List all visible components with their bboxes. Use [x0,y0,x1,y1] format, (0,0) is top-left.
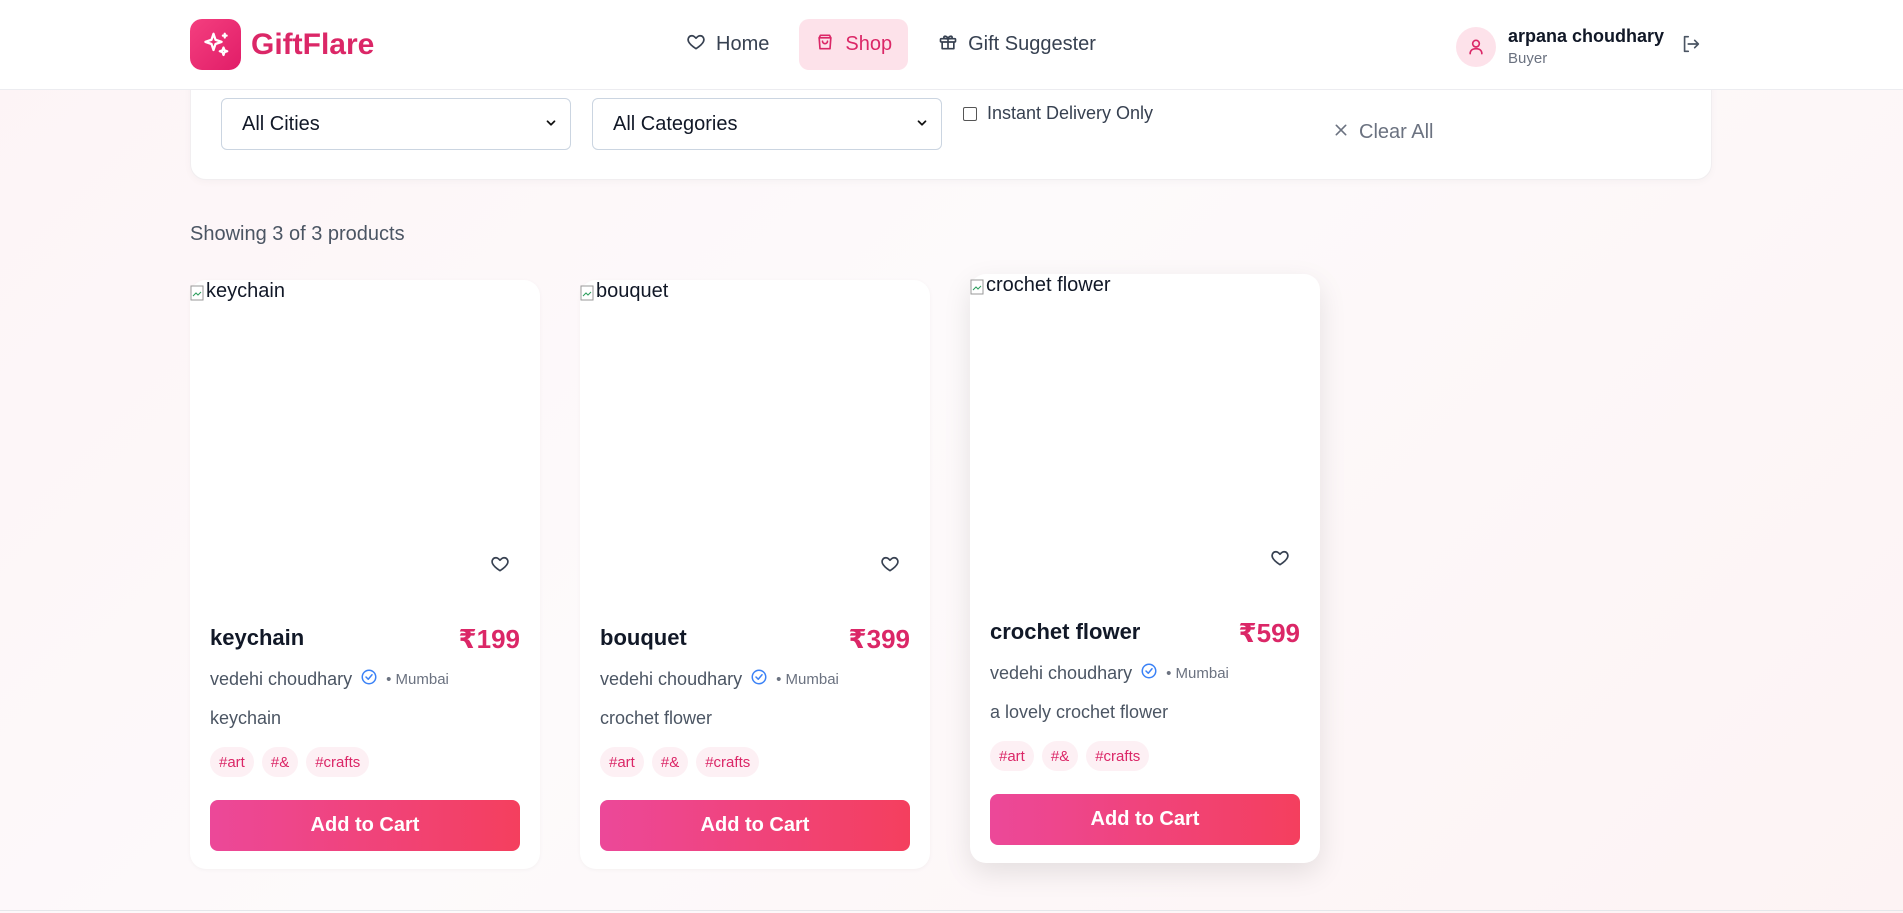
nav-gift-suggester-label: Gift Suggester [968,33,1096,55]
product-image-alt: bouquet [596,280,669,302]
seller-info: vedehi choudhary • Mumbai [210,668,449,691]
product-description: keychain [210,708,282,728]
product-name: bouquet [600,625,687,650]
tag-list: #art #& #crafts [210,747,370,777]
verified-check-icon [1140,662,1158,685]
seller-name: vedehi choudhary [600,669,743,689]
user-info: arpana choudhary Buyer [1508,26,1664,67]
tag-chip[interactable]: #& [1041,741,1079,771]
product-image: keychain [190,280,285,303]
shopping-bag-icon [815,32,835,58]
seller-city: • Mumbai [1166,665,1229,682]
seller-city: • Mumbai [776,671,839,688]
product-name: crochet flower [990,619,1141,644]
verified-check-icon [750,668,768,691]
tag-chip[interactable]: #crafts [1086,741,1150,771]
product-image: crochet flower [970,274,1111,297]
main-nav: Home Shop Gift Suggester [670,19,1112,70]
product-image-alt: crochet flower [986,274,1111,296]
seller-name: vedehi choudhary [210,669,353,689]
top-header: GiftFlare Home Shop Gift Suggester arpan… [0,0,1903,90]
brand-logo[interactable]: GiftFlare [190,19,374,70]
verified-check-icon [360,668,378,691]
add-to-cart-button[interactable]: Add to Cart [210,800,520,851]
page-divider [0,910,1903,911]
nav-shop[interactable]: Shop [799,19,909,70]
chevron-down-icon [544,113,558,136]
wishlist-heart-icon[interactable] [490,554,510,579]
tag-chip[interactable]: #crafts [696,747,760,777]
clear-all-button[interactable]: Clear All [1333,121,1433,144]
instant-delivery-label: Instant Delivery Only [987,103,1154,123]
product-description: a lovely crochet flower [990,702,1169,722]
gift-icon [938,32,958,58]
city-select-value: All Cities [242,112,320,135]
nav-shop-label: Shop [845,33,893,55]
product-image: bouquet [580,280,668,303]
seller-name: vedehi choudhary [990,663,1133,683]
tag-list: #art #& #crafts [990,741,1150,771]
add-to-cart-button[interactable]: Add to Cart [990,794,1300,845]
city-select[interactable]: All Cities [221,98,571,150]
user-role: Buyer [1508,50,1548,67]
product-price: ₹399 [848,624,910,654]
add-to-cart-button[interactable]: Add to Cart [600,800,910,851]
product-name: keychain [210,625,305,650]
tag-chip[interactable]: #art [210,747,254,777]
chevron-down-icon [915,113,929,136]
seller-info: vedehi choudhary • Mumbai [600,668,839,691]
seller-city: • Mumbai [386,671,449,688]
category-select-value: All Categories [613,112,738,135]
seller-info: vedehi choudhary • Mumbai [990,662,1229,685]
wishlist-heart-icon[interactable] [880,554,900,579]
nav-home-label: Home [716,33,770,55]
tag-chip[interactable]: #art [990,741,1034,771]
broken-image-icon [580,284,594,300]
user-menu[interactable]: arpana choudhary Buyer [1456,26,1664,67]
tag-chip[interactable]: #crafts [306,747,370,777]
product-card[interactable]: keychain keychain ₹199 vedehi choudhary … [190,280,540,869]
instant-delivery-filter[interactable]: Instant Delivery Only [963,103,1153,124]
broken-image-icon [190,284,204,300]
close-icon [1333,121,1349,144]
broken-image-icon [970,278,984,294]
category-select[interactable]: All Categories [592,98,942,150]
product-description: crochet flower [600,708,713,728]
tag-chip[interactable]: #art [600,747,644,777]
wishlist-heart-icon[interactable] [1270,548,1290,573]
logout-icon[interactable] [1680,33,1702,60]
user-name: arpana choudhary [1508,26,1665,46]
product-card[interactable]: crochet flower crochet flower ₹599 vedeh… [970,274,1320,863]
instant-delivery-checkbox[interactable] [963,106,977,121]
heart-icon [686,32,706,58]
product-image-alt: keychain [206,280,285,302]
tag-list: #art #& #crafts [600,747,760,777]
results-count: Showing 3 of 3 products [190,223,405,245]
nav-home[interactable]: Home [670,19,785,70]
nav-gift-suggester[interactable]: Gift Suggester [922,19,1112,70]
tag-chip[interactable]: #& [651,747,689,777]
brand-name: GiftFlare [251,27,375,61]
user-icon [1456,26,1496,67]
tag-chip[interactable]: #& [261,747,299,777]
sparkles-icon [190,19,241,70]
product-card[interactable]: bouquet bouquet ₹399 vedehi choudhary • … [580,280,930,869]
product-price: ₹199 [458,624,520,654]
clear-all-label: Clear All [1359,121,1434,143]
product-price: ₹599 [1238,618,1300,648]
